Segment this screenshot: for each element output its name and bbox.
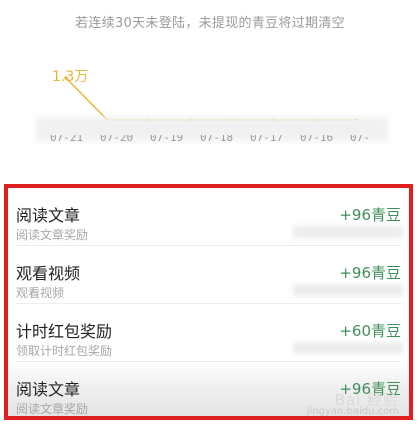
x-tick-label: 07-15 — [350, 135, 370, 145]
x-tick-label: 07-18 — [200, 135, 234, 144]
x-tick-label: 07-19 — [150, 135, 184, 144]
x-tick-label: 07-20 — [100, 135, 134, 144]
record-subtitle: 阅读文章奖励 — [16, 402, 89, 416]
record-title: 计时红包奖励 — [16, 322, 113, 341]
x-tick-label: 07-21 — [50, 135, 84, 144]
list-item[interactable]: 观看视频 观看视频 +96青豆 — [8, 246, 409, 304]
data-point — [64, 76, 68, 80]
record-amount: +60青豆 — [339, 322, 401, 340]
list-item[interactable]: 阅读文章 阅读文章奖励 +96青豆 Bai 经验 jingyan.baidu.c… — [8, 362, 409, 417]
record-title: 阅读文章 — [16, 380, 81, 399]
watermark-url: jingyan.baidu.com — [306, 406, 399, 417]
record-amount: +96青豆 — [339, 264, 401, 282]
record-subtitle: 观看视频 — [16, 286, 65, 300]
record-amount: +96青豆 — [339, 206, 401, 224]
list-item[interactable]: 阅读文章 阅读文章奖励 +96青豆 — [8, 188, 409, 246]
expiry-notice: 若连续30天未登陆，未提现的青豆将过期清空 — [75, 16, 345, 31]
record-title: 阅读文章 — [16, 206, 81, 225]
record-subtitle: 阅读文章奖励 — [16, 228, 89, 242]
income-record-list: 阅读文章 阅读文章奖励 +96青豆 观看视频 观看视频 +96青豆 计时红包奖励… — [4, 184, 413, 420]
watermark-brand: Bai 经验 — [334, 391, 399, 409]
income-history-page: 若连续30天未登陆，未提现的青豆将过期清空 1.3万 07-21 07-20 07-… — [0, 0, 420, 430]
record-time-blurred — [293, 284, 403, 296]
income-line-chart: 1.3万 07-2107-2007-1907-1807-1707-1607-15 — [0, 56, 420, 156]
x-tick-label: 07-17 — [250, 135, 284, 144]
record-time-blurred — [293, 342, 403, 354]
list-item[interactable]: 计时红包奖励 领取计时红包奖励 +60青豆 — [8, 304, 409, 362]
record-title: 观看视频 — [16, 264, 81, 283]
record-time-blurred — [293, 226, 403, 238]
x-tick-label: 07-16 — [300, 135, 334, 144]
record-subtitle: 领取计时红包奖励 — [16, 344, 113, 358]
baidu-jingyan-watermark: Bai 经验 jingyan.baidu.com — [306, 391, 399, 417]
series-line — [65, 77, 356, 121]
chart-x-axis: 07-21 07-20 07-19 07-18 07-17 07-16 07-15 — [40, 135, 380, 145]
